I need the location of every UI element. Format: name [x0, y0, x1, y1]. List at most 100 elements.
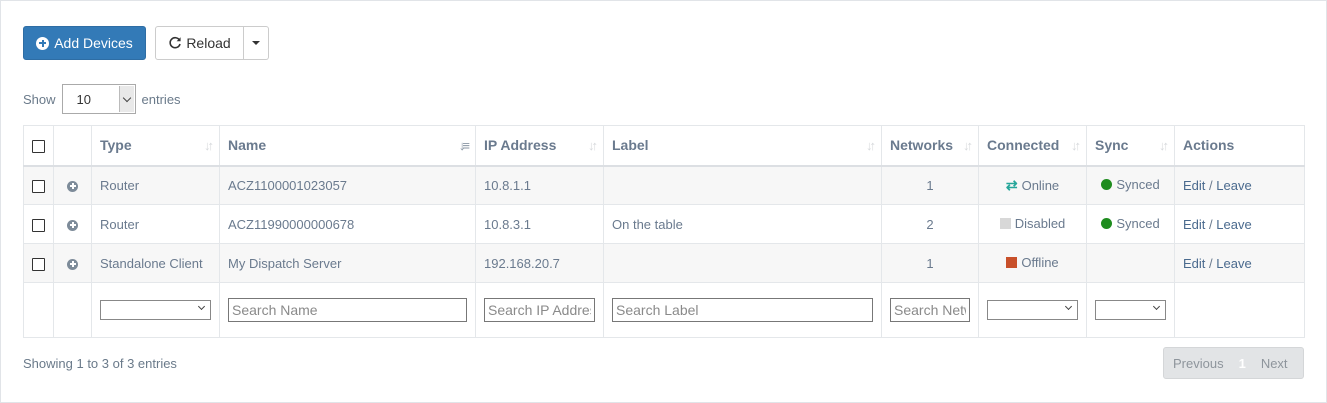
table-row: Router ACZ11990000000678 10.8.3.1 On the… — [23, 204, 1305, 244]
row-select-cell — [23, 165, 54, 205]
previous-page-button[interactable]: Previous — [1164, 356, 1233, 371]
cell-actions: Edit / Leave — [1174, 165, 1305, 205]
edit-link[interactable]: Edit — [1183, 256, 1205, 271]
cell-actions: Edit / Leave — [1174, 243, 1305, 283]
cell-actions: Edit / Leave — [1174, 204, 1305, 244]
search-label-input[interactable] — [612, 298, 873, 322]
column-header-label[interactable]: Label ↓↑ — [603, 125, 882, 167]
reload-button-group: Reload — [155, 26, 269, 60]
search-name-input[interactable] — [228, 298, 467, 322]
table-row: Standalone Client My Dispatch Server 192… — [23, 243, 1305, 283]
offline-square-icon — [1006, 257, 1018, 268]
edit-link[interactable]: Edit — [1183, 178, 1205, 193]
plus-circle-icon — [36, 36, 50, 50]
connected-filter-select[interactable] — [987, 300, 1078, 320]
cell-networks: 1 — [881, 243, 979, 283]
leave-link[interactable]: Leave — [1216, 256, 1251, 271]
cell-label: On the table — [603, 204, 882, 244]
cell-name: My Dispatch Server — [219, 243, 476, 283]
expand-row-icon[interactable] — [67, 258, 78, 270]
pagination: Previous 1 Next — [1163, 347, 1304, 379]
cell-ip: 192.168.20.7 — [475, 243, 604, 283]
connected-status: Offline — [1021, 255, 1059, 270]
row-expand-cell — [53, 165, 92, 205]
column-header-networks-label: Networks — [890, 137, 954, 154]
column-header-name-label: Name — [228, 137, 267, 154]
devices-table: Type ↓↑ Name ↓≡ IP Address ↓↑ Label ↓↑ Netwo… — [23, 125, 1305, 338]
search-ip-input[interactable] — [484, 298, 595, 322]
row-checkbox[interactable] — [32, 179, 45, 193]
connected-status: Disabled — [1014, 216, 1066, 231]
add-devices-button[interactable]: Add Devices — [23, 26, 146, 60]
row-select-cell — [23, 243, 54, 283]
column-header-sync-label: Sync — [1095, 137, 1129, 154]
column-header-name[interactable]: Name ↓≡ — [219, 125, 476, 167]
action-separator: / — [1209, 177, 1213, 193]
search-networks-input[interactable] — [890, 298, 970, 322]
expand-row-icon[interactable] — [67, 180, 78, 192]
reload-label: Reload — [186, 35, 231, 51]
cell-type: Standalone Client — [91, 243, 220, 283]
entries-per-page-select[interactable]: 10 — [61, 84, 136, 114]
leave-link[interactable]: Leave — [1216, 178, 1251, 193]
chevron-down-icon — [1064, 302, 1073, 311]
cell-name: ACZ1100001023057 — [219, 165, 476, 205]
sync-status: Synced — [1116, 177, 1160, 193]
cell-networks: 1 — [881, 165, 979, 205]
sync-status: Synced — [1116, 216, 1160, 231]
synced-dot-icon — [1101, 179, 1113, 191]
column-header-type-label: Type — [100, 137, 132, 154]
column-header-ip-label: IP Address — [484, 137, 557, 154]
search-cell-type — [91, 282, 220, 338]
row-checkbox[interactable] — [32, 218, 45, 232]
search-cell-ip — [475, 282, 604, 338]
edit-link[interactable]: Edit — [1183, 217, 1205, 232]
reload-dropdown-toggle[interactable] — [244, 26, 269, 60]
cell-connected: Disabled — [978, 204, 1087, 244]
column-header-ip[interactable]: IP Address ↓↑ — [475, 125, 604, 167]
cell-name: ACZ11990000000678 — [219, 204, 476, 244]
current-page-button[interactable]: 1 — [1233, 356, 1252, 371]
sort-ascending-icon: ↓≡ — [458, 138, 470, 153]
synced-dot-icon — [1101, 218, 1113, 229]
cell-connected: Offline — [978, 243, 1087, 283]
sort-icon: ↓↑ — [963, 138, 973, 153]
column-header-networks[interactable]: Networks ↓↑ — [881, 125, 979, 167]
chevron-down-icon — [197, 302, 206, 311]
cell-connected: ⇄ Online — [978, 165, 1087, 205]
search-cell-empty — [1174, 282, 1305, 338]
column-header-connected[interactable]: Connected ↓↑ — [978, 125, 1087, 167]
chevron-down-icon — [122, 93, 131, 102]
length-control: Show 10 entries — [23, 84, 181, 114]
cell-ip: 10.8.1.1 — [475, 165, 604, 205]
column-header-type[interactable]: Type ↓↑ — [91, 125, 220, 167]
entries-per-page-value: 10 — [76, 91, 91, 107]
cell-sync: Synced — [1086, 165, 1175, 205]
column-header-sync[interactable]: Sync ↓↑ — [1086, 125, 1175, 167]
add-devices-label: Add Devices — [54, 35, 133, 51]
sync-filter-select[interactable] — [1095, 300, 1166, 320]
sort-icon: ↓↑ — [866, 138, 876, 153]
action-separator: / — [1209, 255, 1213, 271]
row-select-cell — [23, 204, 54, 244]
next-page-button[interactable]: Next — [1252, 356, 1297, 371]
cell-ip: 10.8.3.1 — [475, 204, 604, 244]
cell-type: Router — [91, 204, 220, 244]
cell-networks: 2 — [881, 204, 979, 244]
show-label: Show — [23, 91, 56, 107]
sort-icon: ↓↑ — [204, 138, 214, 153]
table-info: Showing 1 to 3 of 3 entries — [23, 356, 177, 371]
expand-row-icon[interactable] — [67, 219, 78, 231]
expand-header — [53, 125, 92, 167]
column-header-connected-label: Connected — [987, 137, 1060, 154]
sort-icon: ↓↑ — [588, 138, 598, 153]
select-all-checkbox[interactable] — [32, 140, 45, 154]
table-header-row: Type ↓↑ Name ↓≡ IP Address ↓↑ Label ↓↑ Netwo… — [23, 125, 1305, 167]
type-filter-select[interactable] — [100, 300, 211, 320]
cell-sync: Synced — [1086, 204, 1175, 244]
sort-icon: ↓↑ — [1159, 138, 1169, 153]
row-checkbox[interactable] — [32, 257, 45, 271]
leave-link[interactable]: Leave — [1216, 217, 1251, 232]
reload-button[interactable]: Reload — [155, 26, 244, 60]
search-cell-empty — [23, 282, 54, 338]
